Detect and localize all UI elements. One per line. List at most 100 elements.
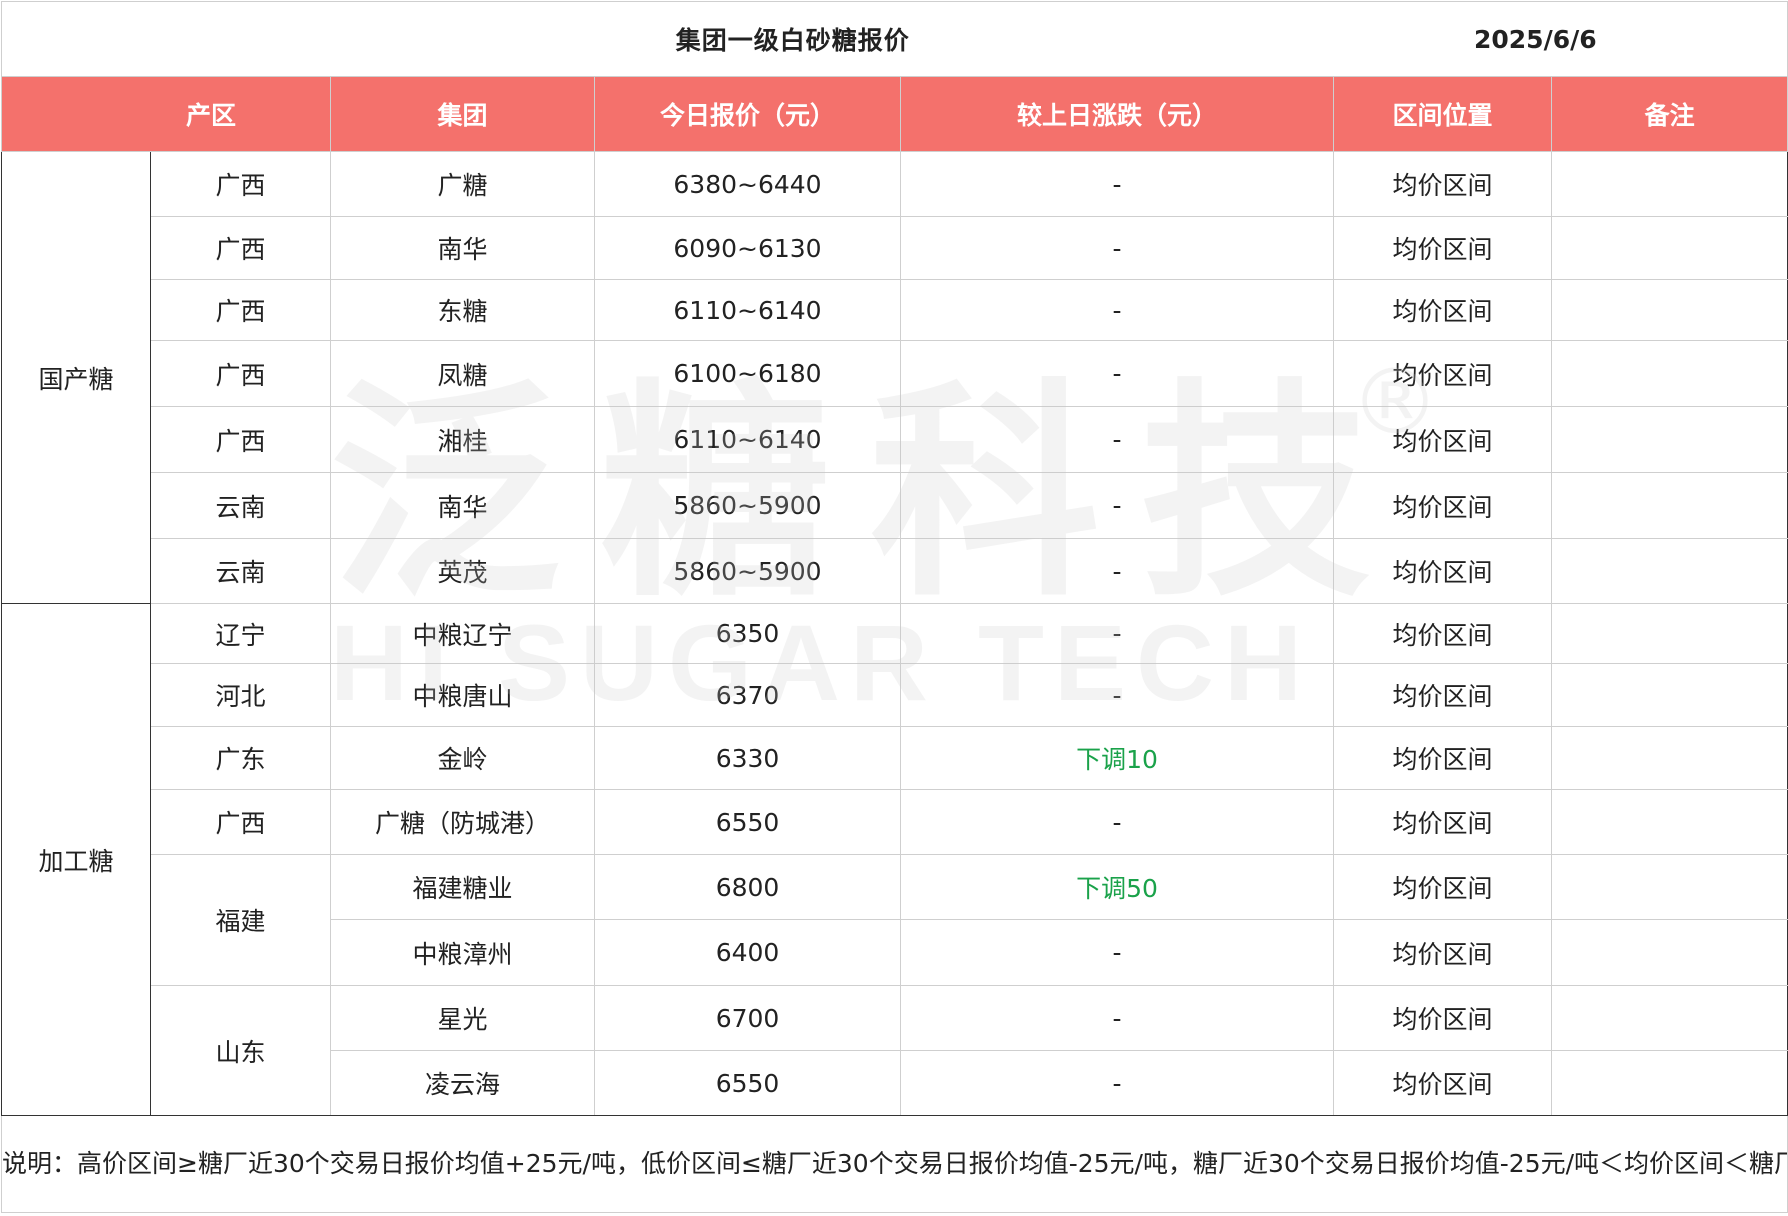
cell-change: - <box>899 216 1335 280</box>
header-change: 较上日涨跌（元） <box>899 76 1335 152</box>
cell-group: 南华 <box>330 472 595 539</box>
title-row: 集团一级白砂糖报价 2025/6/6 <box>0 1 1788 77</box>
report-date: 2025/6/6 <box>1333 1 1788 77</box>
table-row: 云南 英茂 5860~5900 - 均价区间 <box>2 538 1788 604</box>
cell-remark <box>1551 985 1788 1051</box>
cell-change: - <box>899 789 1335 855</box>
cell-change: - <box>899 406 1335 473</box>
cell-remark <box>1551 279 1788 341</box>
cell-group: 中粮唐山 <box>330 663 595 727</box>
cell-price: 6800 <box>594 854 901 920</box>
cell-remark <box>1551 216 1788 280</box>
cell-remark <box>1551 726 1788 790</box>
cell-remark <box>1551 340 1788 407</box>
cell-region: 广西 <box>150 789 331 855</box>
table-row: 国产糖 广西 广糖 6380~6440 - 均价区间 <box>1 151 1788 604</box>
cell-region: 广西 <box>150 216 331 280</box>
cell-change: - <box>899 663 1335 727</box>
cell-price: 6350 <box>594 603 901 664</box>
cell-remark <box>1551 789 1788 855</box>
table-row: 广西 南华 6090~6130 - 均价区间 <box>2 216 1788 280</box>
cell-region: 云南 <box>150 472 331 539</box>
price-table: 集团一级白砂糖报价 2025/6/6 产区 集团 今日报价（元） 较上日涨跌（元… <box>0 1 1788 1213</box>
footnote: 说明：高价区间≥糖厂近30个交易日报价均值+25元/吨，低价区间≤糖厂近30个交… <box>0 1115 1788 1213</box>
cell-group: 湘桂 <box>330 406 595 473</box>
cell-region: 云南 <box>150 538 331 604</box>
cell-price: 6700 <box>594 985 901 1051</box>
cell-price: 6550 <box>594 789 901 855</box>
table-row: 广西 凤糖 6100~6180 - 均价区间 <box>2 340 1788 407</box>
cell-group: 凤糖 <box>330 340 595 407</box>
header-row: 产区 集团 今日报价（元） 较上日涨跌（元） 区间位置 备注 <box>1 76 1788 152</box>
section-label-domestic: 国产糖 <box>1 151 151 604</box>
cell-remark <box>1551 538 1788 604</box>
cell-change: - <box>899 603 1335 664</box>
cell-change: - <box>899 151 1335 217</box>
table-row: 福建 福建糖业 6800 下调50 均价区间 <box>2 854 1788 986</box>
cell-group: 金岭 <box>330 726 595 790</box>
cell-remark <box>1551 603 1788 664</box>
section-label-processed: 加工糖 <box>1 603 151 1116</box>
cell-position: 均价区间 <box>1333 663 1553 727</box>
cell-position: 均价区间 <box>1333 406 1553 473</box>
cell-group: 凌云海 <box>330 1050 595 1116</box>
cell-remark <box>1551 406 1788 473</box>
cell-group: 中粮辽宁 <box>330 603 595 664</box>
table-row: 云南 南华 5860~5900 - 均价区间 <box>2 472 1788 539</box>
table-row: 广西 湘桂 6110~6140 - 均价区间 <box>2 406 1788 473</box>
cell-position: 均价区间 <box>1333 919 1553 986</box>
header-price: 今日报价（元） <box>594 76 901 152</box>
cell-region: 广西 <box>150 340 331 407</box>
cell-position: 均价区间 <box>1333 603 1553 664</box>
cell-remark <box>1551 663 1788 727</box>
note-row: 说明：高价区间≥糖厂近30个交易日报价均值+25元/吨，低价区间≤糖厂近30个交… <box>0 1115 1788 1213</box>
cell-group: 中粮漳州 <box>330 919 595 986</box>
cell-remark <box>1551 854 1788 920</box>
header-remark: 备注 <box>1551 76 1788 152</box>
header-region: 产区 <box>1 76 331 152</box>
cell-change: - <box>899 279 1335 341</box>
cell-change: 下调50 <box>899 854 1335 920</box>
header-group: 集团 <box>330 76 595 152</box>
table-row: 山东 星光 6700 - 均价区间 <box>2 985 1788 1116</box>
cell-group: 星光 <box>330 985 595 1051</box>
table-row: 广西 东糖 6110~6140 - 均价区间 <box>2 279 1788 341</box>
cell-price: 6400 <box>594 919 901 986</box>
cell-change: - <box>899 340 1335 407</box>
cell-group: 英茂 <box>330 538 595 604</box>
cell-position: 均价区间 <box>1333 985 1553 1051</box>
cell-region: 广西 <box>150 151 331 217</box>
cell-remark <box>1551 1050 1788 1116</box>
cell-remark <box>1551 919 1788 986</box>
cell-remark <box>1551 151 1788 217</box>
cell-price: 6330 <box>594 726 901 790</box>
cell-region: 河北 <box>150 663 331 727</box>
cell-price: 5860~5900 <box>594 538 901 604</box>
cell-change: - <box>899 919 1335 986</box>
cell-region: 山东 <box>150 985 331 1116</box>
cell-change: - <box>899 985 1335 1051</box>
table-title: 集团一级白砂糖报价 <box>0 1 1334 77</box>
cell-position: 均价区间 <box>1333 726 1553 790</box>
cell-position: 均价区间 <box>1333 340 1553 407</box>
table-row: 广东 金岭 6330 下调10 均价区间 <box>2 726 1788 790</box>
table-row: 河北 中粮唐山 6370 - 均价区间 <box>2 663 1788 727</box>
cell-region: 辽宁 <box>150 603 331 664</box>
cell-group: 南华 <box>330 216 595 280</box>
cell-region: 广西 <box>150 279 331 341</box>
cell-position: 均价区间 <box>1333 854 1553 920</box>
cell-region: 广东 <box>150 726 331 790</box>
cell-position: 均价区间 <box>1333 1050 1553 1116</box>
cell-price: 6380~6440 <box>594 151 901 217</box>
cell-position: 均价区间 <box>1333 472 1553 539</box>
cell-price: 6090~6130 <box>594 216 901 280</box>
table-row: 广西 广糖（防城港） 6550 - 均价区间 <box>2 789 1788 855</box>
cell-price: 6100~6180 <box>594 340 901 407</box>
cell-group: 福建糖业 <box>330 854 595 920</box>
cell-position: 均价区间 <box>1333 216 1553 280</box>
cell-change: - <box>899 538 1335 604</box>
cell-group: 广糖（防城港） <box>330 789 595 855</box>
header-position: 区间位置 <box>1333 76 1553 152</box>
cell-price: 5860~5900 <box>594 472 901 539</box>
cell-remark <box>1551 472 1788 539</box>
